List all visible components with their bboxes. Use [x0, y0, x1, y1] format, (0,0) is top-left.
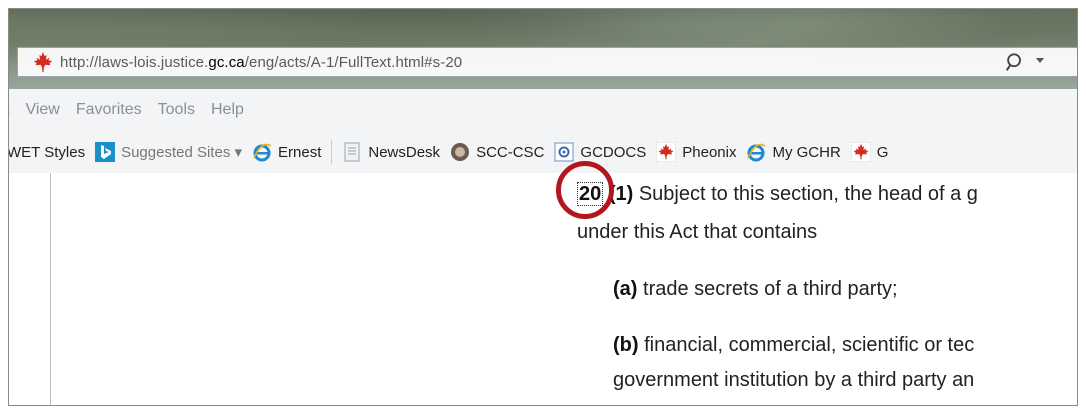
fav-label: G	[876, 143, 889, 161]
menu-favorites[interactable]: Favorites	[76, 101, 142, 119]
paragraph-b: (b) financial, commercial, scientific or…	[613, 333, 974, 357]
paragraph-a-label: (a)	[613, 278, 638, 300]
menu-edit-partial[interactable]: t	[9, 101, 10, 119]
fav-my-gchr[interactable]: My GCHR	[746, 142, 841, 162]
seal-icon	[450, 142, 470, 162]
fav-label: WET Styles	[8, 143, 86, 161]
section-line-1: 20 (1) Subject to this section, the head…	[577, 182, 978, 206]
highlight-circle-annotation	[556, 161, 614, 219]
maple-leaf-icon	[850, 142, 871, 162]
separator	[331, 140, 333, 164]
ie-icon	[746, 142, 766, 162]
paragraph-a: (a) trade secrets of a third party;	[613, 277, 898, 301]
url-domain: gc.ca	[208, 53, 245, 71]
fav-ernest[interactable]: Ernest	[252, 142, 321, 162]
paragraph-a-text: trade secrets of a third party;	[637, 278, 898, 300]
fav-scc-csc[interactable]: SCC-CSC	[450, 142, 544, 162]
section-text: Subject to this section, the head of a g	[633, 183, 978, 205]
maple-leaf-icon	[33, 51, 53, 73]
menu-tools[interactable]: Tools	[158, 101, 195, 119]
fav-wet-styles[interactable]: WET Styles	[8, 143, 86, 161]
fav-newsdesk[interactable]: NewsDesk	[342, 142, 440, 162]
fav-label: NewsDesk	[368, 143, 441, 161]
fav-pheonix[interactable]: Pheonix	[656, 142, 736, 162]
fav-label: SCC-CSC	[476, 143, 545, 161]
favorites-bar: WET Styles Suggested Sites ▾ Ernest News…	[9, 131, 1077, 174]
section-line-2: under this Act that contains	[577, 221, 818, 243]
fav-label: Pheonix	[682, 143, 737, 161]
gcdocs-icon	[554, 142, 574, 162]
bing-icon	[95, 142, 116, 162]
paragraph-b-label: (b)	[613, 334, 639, 356]
url-text[interactable]: http://laws-lois.justice.gc.ca/eng/acts/…	[60, 54, 462, 71]
address-bar[interactable]: http://laws-lois.justice.gc.ca/eng/acts/…	[17, 47, 1077, 77]
left-margin-divider	[50, 173, 51, 405]
maple-leaf-icon	[656, 142, 677, 162]
browser-window: http://laws-lois.justice.gc.ca/eng/acts/…	[8, 8, 1078, 406]
search-dropdown-icon[interactable]	[1036, 58, 1044, 63]
fav-g[interactable]: G	[850, 142, 889, 162]
fav-label: My GCHR	[772, 143, 841, 161]
page-content: 20 (1) Subject to this section, the head…	[9, 161, 1077, 405]
paragraph-b-line-2: government institution by a third party …	[613, 369, 975, 391]
paragraph-b-text: financial, commercial, scientific or tec	[638, 334, 975, 356]
fav-label: GCDOCS	[580, 143, 647, 161]
fav-gcdocs[interactable]: GCDOCS	[554, 142, 646, 162]
fav-label: Ernest	[278, 143, 322, 161]
search-icon[interactable]	[1004, 52, 1026, 74]
fav-label: Suggested Sites ▾	[121, 144, 243, 161]
menu-help[interactable]: Help	[211, 101, 244, 119]
menu-view[interactable]: View	[25, 101, 59, 119]
ie-icon	[252, 142, 272, 162]
menu-bar: t View Favorites Tools Help	[9, 89, 1077, 132]
window-title-area: http://laws-lois.justice.gc.ca/eng/acts/…	[9, 9, 1077, 89]
page-icon	[342, 142, 362, 162]
fav-suggested-sites[interactable]: Suggested Sites ▾	[95, 142, 242, 162]
